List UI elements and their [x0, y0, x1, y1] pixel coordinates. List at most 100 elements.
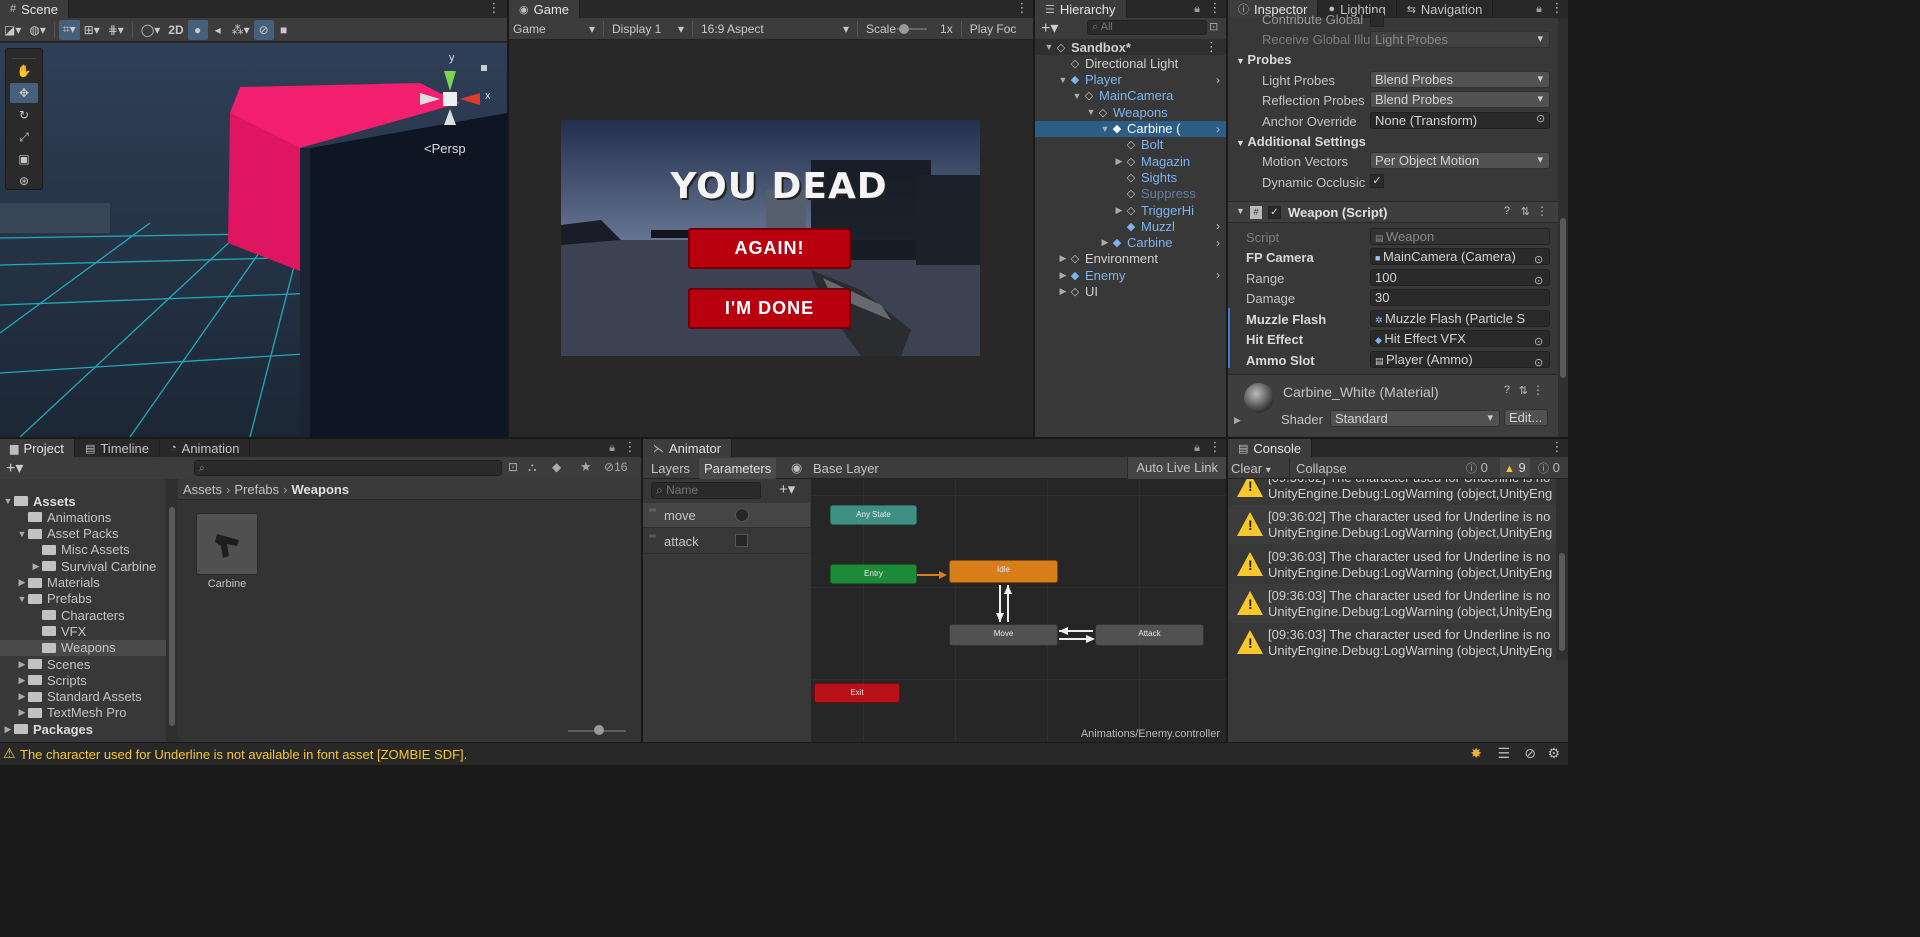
overlay-icon[interactable]: ◯▾ — [137, 20, 164, 40]
receive-gi-dropdown[interactable]: Light Probes — [1370, 31, 1550, 48]
project-folder-item[interactable]: Animations — [0, 509, 166, 525]
project-folder-item[interactable]: Weapons — [0, 639, 166, 656]
warning-count-toggle[interactable]: ▲ 9 — [1500, 458, 1530, 477]
expand-down-icon[interactable]: ▼ — [1043, 42, 1055, 52]
filter-type-icon[interactable]: ⛬ — [528, 460, 536, 475]
material-menu-icon[interactable]: ⋮ — [1532, 383, 1544, 397]
param-bool-checkbox[interactable] — [735, 534, 748, 547]
rect-tool-icon[interactable]: ▣ — [10, 149, 38, 169]
done-button[interactable]: I'M DONE — [688, 288, 851, 329]
tab-hierarchy[interactable]: ☰ Hierarchy — [1035, 0, 1127, 18]
draw-mode-icon[interactable]: ◪▾ — [0, 20, 25, 40]
animator-lock-icon[interactable]: 🔒︎ — [1190, 439, 1204, 457]
camera-icon[interactable]: ■ — [274, 20, 294, 40]
breadcrumb-weapons[interactable]: Weapons — [292, 482, 350, 497]
console-menu-icon[interactable]: ⋮ — [1550, 439, 1564, 457]
contribute-global-checkbox[interactable] — [1370, 13, 1384, 27]
project-folder-item[interactable]: Misc Assets — [0, 542, 166, 558]
favorite-star-icon[interactable]: ★ — [580, 459, 592, 475]
tab-timeline[interactable]: ▤ Timeline — [75, 439, 160, 457]
aspect-select[interactable]: 16:9 Aspect ▾ — [697, 19, 853, 39]
open-prefab-chevron-icon[interactable]: › — [1216, 122, 1220, 136]
network-off-icon[interactable]: ⊘ — [1524, 745, 1536, 762]
status-message[interactable]: The character used for Underline is not … — [20, 747, 467, 762]
project-folder-item[interactable]: ▼ Asset Packs — [0, 526, 166, 542]
open-prefab-chevron-icon[interactable]: › — [1216, 268, 1220, 282]
hierarchy-item[interactable]: ◇ Suppress — [1035, 186, 1226, 202]
asset-carbine[interactable] — [196, 513, 258, 575]
hierarchy-item[interactable]: ▼ ◆ Carbine (› — [1035, 120, 1226, 137]
fp-camera-field[interactable]: ■ MainCamera (Camera) — [1370, 248, 1550, 265]
dynamic-occlusion-checkbox[interactable]: ✓ — [1370, 174, 1384, 188]
open-prefab-chevron-icon[interactable]: › — [1216, 73, 1220, 87]
open-prefab-chevron-icon[interactable]: › — [1216, 236, 1220, 250]
again-button[interactable]: AGAIN! — [688, 228, 851, 269]
expand-right-icon[interactable]: ▶ — [16, 659, 28, 670]
light-probes-dropdown[interactable]: Blend Probes — [1370, 71, 1550, 88]
expand-right-icon[interactable]: ▶ — [16, 707, 28, 718]
scene-menu-icon[interactable]: ⋮ — [487, 0, 501, 18]
display-select[interactable]: Display 1 ▾ — [608, 19, 688, 39]
hierarchy-item[interactable]: ▶ ◇ Magazin — [1035, 153, 1226, 169]
hierarchy-menu-icon[interactable]: ⋮ — [1208, 0, 1222, 18]
expand-right-icon[interactable]: ▶ — [1113, 205, 1125, 216]
project-folder-item[interactable]: ▶ Materials — [0, 575, 166, 591]
pivot-icon[interactable]: ⌗▾ — [58, 19, 80, 40]
motion-vectors-dropdown[interactable]: Per Object Motion — [1370, 152, 1550, 169]
hierarchy-item[interactable]: ▼ ◇ Sandbox* ⋮ — [1035, 39, 1226, 55]
expand-right-icon[interactable]: ▶ — [1099, 237, 1111, 248]
breadcrumb-assets[interactable]: Assets — [183, 482, 222, 497]
expand-right-icon[interactable]: ▶ — [16, 675, 28, 686]
expand-down-icon[interactable]: ▼ — [1099, 124, 1111, 134]
console-entry[interactable]: ! [09:36:03] The character used for Under… — [1228, 544, 1556, 584]
state-machine-graph[interactable]: Any State Entry Idle Move Attack Exit An… — [811, 479, 1226, 742]
expand-right-icon[interactable]: ▶ — [1057, 253, 1069, 264]
expand-down-icon[interactable]: ▼ — [1071, 91, 1083, 101]
console-scrollbar[interactable] — [1556, 479, 1568, 660]
clear-dropdown-icon[interactable]: ▾ — [1266, 465, 1271, 476]
ammo-slot-field[interactable]: ▤ Player (Ammo) — [1370, 351, 1550, 368]
hierarchy-item[interactable]: ▶ ◇ TriggerHi — [1035, 202, 1226, 218]
expand-right-icon[interactable]: ▶ — [16, 691, 28, 702]
hand-tool-icon[interactable]: ✋ — [10, 61, 38, 81]
expand-down-icon[interactable]: ▼ — [16, 594, 28, 604]
inspector-scrollbar[interactable] — [1558, 18, 1568, 437]
component-enabled-checkbox[interactable]: ✓ — [1268, 206, 1281, 219]
eye-icon[interactable]: ◉ — [791, 460, 802, 476]
tab-scene[interactable]: # Scene — [0, 0, 69, 18]
preset-icon[interactable]: ⇅ — [1521, 205, 1530, 218]
object-picker-icon[interactable]: ⊙ — [1536, 112, 1545, 125]
bake-icon[interactable]: ✸ — [1470, 745, 1482, 762]
project-folder-item[interactable]: ▼ Prefabs — [0, 591, 166, 607]
material-preset-icon[interactable]: ⇅ — [1519, 384, 1528, 397]
create-add-icon[interactable]: +▾ — [1041, 18, 1058, 38]
range-field[interactable]: 100 — [1370, 269, 1550, 286]
globe-icon[interactable]: ◍▾ — [25, 20, 50, 40]
scene-menu-icon[interactable]: ⋮ — [1205, 39, 1218, 55]
tab-navigation[interactable]: ⇆ Navigation — [1397, 0, 1494, 18]
hierarchy-item[interactable]: ◇ Bolt — [1035, 137, 1226, 153]
tab-game[interactable]: ◉ Game — [509, 0, 581, 18]
object-picker-icons[interactable]: ⊙⊙⊙⊙⊙ — [1534, 250, 1543, 394]
project-create-icon[interactable]: +▾ — [6, 458, 23, 478]
muzzle-flash-field[interactable]: ✲ Muzzle Flash (Particle S — [1370, 310, 1550, 327]
reflection-probes-dropdown[interactable]: Blend Probes — [1370, 91, 1550, 108]
base-layer-breadcrumb[interactable]: Base Layer — [813, 461, 893, 476]
param-row-attack[interactable]: ═ attack — [643, 529, 810, 554]
hierarchy-item[interactable]: ▶ ◆ Enemy › — [1035, 267, 1226, 283]
search-filter-icon[interactable]: ⊡ — [1209, 20, 1218, 33]
hierarchy-search-input[interactable]: ⌕ All — [1087, 20, 1207, 35]
log-count-toggle[interactable]: ⓘ 0 — [1466, 460, 1488, 476]
collapse-button[interactable]: Collapse — [1289, 458, 1353, 479]
persp-label[interactable]: <Persp — [424, 141, 466, 156]
component-menu-icon[interactable]: ⋮ — [1536, 204, 1548, 218]
add-parameter-icon[interactable]: +▾ — [779, 480, 795, 498]
expand-right-icon[interactable]: ▶ — [2, 724, 14, 735]
console-entry[interactable]: ! [09:36:03] The character used for Under… — [1228, 623, 1556, 663]
hidden-objects-icon[interactable]: ⊘ — [253, 19, 274, 40]
game-mode-select[interactable]: Game ▾ — [509, 19, 599, 39]
shader-edit-button[interactable]: Edit... — [1504, 409, 1548, 426]
auto-live-link-button[interactable]: Auto Live Link — [1127, 457, 1226, 479]
scale-tool-icon[interactable]: ⤢ — [10, 127, 38, 147]
weapon-component-header[interactable]: ▼ # ✓ Weapon (Script) ? ⇅ ⋮ — [1228, 201, 1558, 223]
